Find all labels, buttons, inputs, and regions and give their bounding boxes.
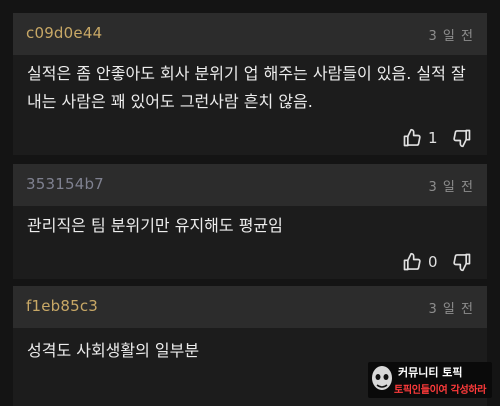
comment-username[interactable]: c09d0e44 (26, 24, 102, 42)
comment-text: 실적은 좀 안좋아도 회사 분위기 업 해주는 사람들이 있음. 실적 잘 내는… (27, 64, 466, 111)
comment-timestamp: 3 일 전 (428, 180, 474, 195)
comment-card: c09d0e44 3 일 전 실적은 좀 안좋아도 회사 분위기 업 해주는 사… (13, 13, 487, 155)
comment-text: 관리직은 팀 분위기만 유지해도 평균임 (27, 216, 283, 235)
comment-timestamp: 3 일 전 (428, 29, 474, 44)
watermark-slogan: 토픽인들이여 각성하라 (394, 385, 487, 396)
thumbs-down-icon[interactable] (452, 252, 472, 272)
comment-header: c09d0e44 3 일 전 (13, 13, 487, 55)
comment-timestamp: 3 일 전 (428, 302, 474, 317)
watermark-title: 커뮤니티 토픽 (398, 366, 463, 379)
comment-header: f1eb85c3 3 일 전 (13, 286, 487, 328)
comment-card: 353154b7 3 일 전 관리직은 팀 분위기만 유지해도 평균임 0 (13, 164, 487, 279)
comment-text: 성격도 사회생활의 일부분 (27, 341, 200, 360)
comment-header: 353154b7 3 일 전 (13, 164, 487, 206)
thumbs-up-icon[interactable] (402, 252, 422, 272)
comment-username[interactable]: 353154b7 (26, 175, 104, 193)
comment-username[interactable]: f1eb85c3 (26, 297, 98, 315)
thumbs-up-icon[interactable] (402, 128, 422, 148)
mascot-face-icon (372, 366, 392, 390)
site-watermark-logo: 커뮤니티 토픽 토픽인들이여 각성하라 (368, 362, 492, 398)
comment-actions: 1 (402, 127, 472, 149)
like-count: 0 (428, 253, 438, 271)
like-count: 1 (428, 129, 438, 147)
thumbs-down-icon[interactable] (452, 128, 472, 148)
comment-actions: 0 (402, 251, 472, 273)
